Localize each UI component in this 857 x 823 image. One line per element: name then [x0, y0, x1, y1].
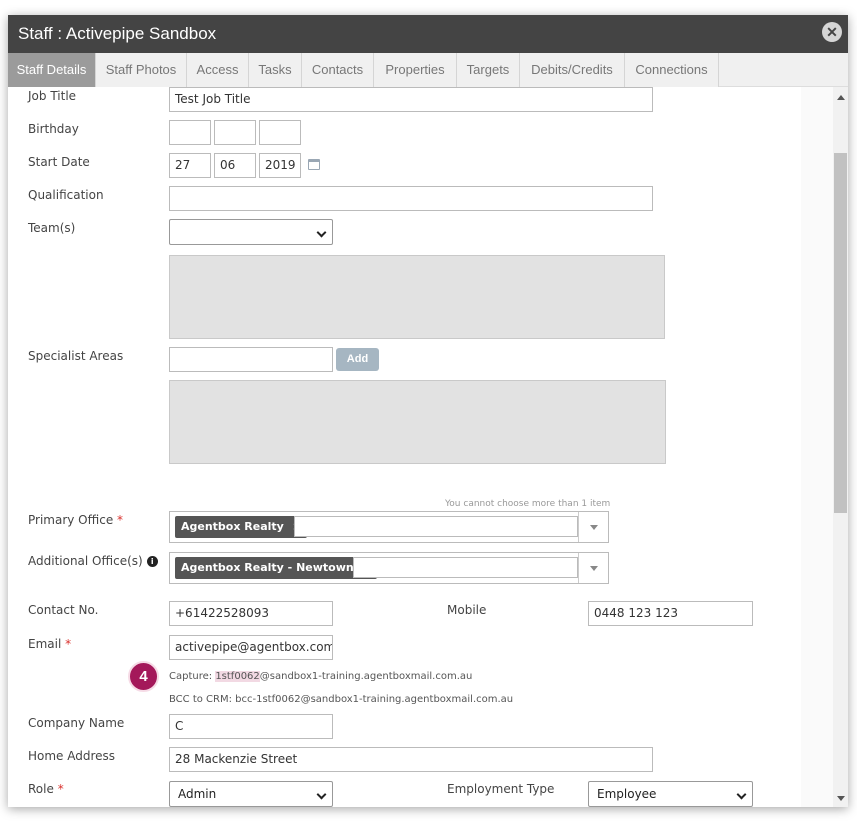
home-address-input[interactable]: 28 Mackenzie Street: [169, 747, 653, 772]
required-marker: *: [117, 513, 124, 527]
company-name-label: Company Name: [28, 716, 125, 730]
capture-address: Capture: 1stf0062@sandbox1-training.agen…: [169, 671, 472, 682]
info-icon[interactable]: i: [146, 556, 158, 567]
specialist-areas-list-box: [169, 380, 666, 464]
job-title-label: Job Title: [28, 89, 77, 103]
employment-type-label: Employment Type: [447, 782, 555, 796]
employment-type-select[interactable]: Employee: [588, 781, 753, 807]
chevron-down-icon: [316, 227, 327, 238]
title-bar: Staff : Activepipe Sandbox ✕: [8, 15, 848, 53]
teams-list-box: [169, 255, 665, 339]
primary-office-tag: Agentbox Realty×: [175, 516, 308, 538]
capture-suffix: @sandbox1-training.agentboxmail.com.au: [259, 671, 473, 682]
employment-type-select-value: Employee: [597, 787, 657, 801]
tab-debits-credits[interactable]: Debits/Credits: [520, 53, 625, 87]
caret-down-icon: [590, 566, 598, 571]
required-marker: *: [57, 782, 64, 796]
additional-offices-label-text: Additional Office(s): [28, 554, 143, 568]
step-badge: 4: [128, 661, 159, 692]
primary-office-label: Primary Office *: [28, 513, 123, 527]
chevron-down-icon: [316, 789, 327, 800]
calendar-icon[interactable]: [308, 159, 320, 170]
additional-offices-label: Additional Office(s) i: [28, 554, 158, 568]
specialist-areas-input[interactable]: [169, 347, 333, 372]
bcc-address: BCC to CRM: bcc-1stf0062@sandbox1-traini…: [169, 694, 514, 705]
role-select[interactable]: Admin: [169, 781, 333, 807]
job-title-input[interactable]: Test Job Title: [169, 87, 653, 112]
specialist-areas-label: Specialist Areas: [28, 349, 124, 363]
additional-office-tag: Agentbox Realty - Newtown×: [175, 557, 377, 579]
home-address-label: Home Address: [28, 749, 116, 763]
primary-office-search-input[interactable]: [294, 516, 578, 537]
caret-down-icon: [590, 525, 598, 530]
start-date-year-input[interactable]: 2019: [259, 153, 301, 178]
tab-contacts[interactable]: Contacts: [302, 53, 374, 87]
qualification-input[interactable]: [169, 186, 653, 211]
window-title: Staff : Activepipe Sandbox: [18, 24, 217, 43]
scroll-up-icon[interactable]: [837, 95, 845, 100]
scrollbar-thumb[interactable]: [834, 153, 847, 513]
company-name-input[interactable]: C: [169, 714, 333, 739]
email-label: Email *: [28, 637, 71, 651]
capture-prefix: Capture:: [169, 671, 216, 682]
contact-no-label: Contact No.: [28, 603, 99, 617]
primary-office-select[interactable]: Agentbox Realty×: [169, 511, 609, 543]
additional-offices-search-input[interactable]: [353, 557, 578, 578]
birthday-label: Birthday: [28, 122, 79, 136]
teams-select[interactable]: [169, 219, 333, 245]
add-specialist-area-button[interactable]: Add: [336, 348, 379, 371]
role-label-text: Role: [28, 782, 54, 796]
additional-offices-select[interactable]: Agentbox Realty - Newtown×: [169, 552, 609, 584]
capture-id: 1stf0062: [215, 671, 260, 682]
mobile-label: Mobile: [447, 603, 487, 617]
scrollbar[interactable]: [833, 87, 848, 807]
primary-office-tag-label: Agentbox Realty: [181, 520, 284, 533]
primary-office-hint: You cannot choose more than 1 item: [445, 499, 611, 509]
teams-label: Team(s): [28, 221, 76, 235]
email-input[interactable]: activepipe@agentbox.com: [169, 635, 333, 660]
tab-connections[interactable]: Connections: [625, 53, 719, 87]
tab-targets[interactable]: Targets: [457, 53, 520, 87]
email-label-text: Email: [28, 637, 62, 651]
staff-modal: Staff : Activepipe Sandbox ✕ Staff Detai…: [8, 15, 848, 807]
gutter: [801, 87, 833, 807]
additional-office-tag-label: Agentbox Realty - Newtown: [181, 561, 354, 574]
start-date-month-input[interactable]: 06: [214, 153, 256, 178]
start-date-label: Start Date: [28, 155, 90, 169]
tab-access[interactable]: Access: [187, 53, 249, 87]
additional-offices-dropdown-toggle[interactable]: [578, 553, 608, 583]
tab-staff-details[interactable]: Staff Details: [8, 53, 96, 87]
role-select-value: Admin: [178, 787, 217, 801]
primary-office-dropdown-toggle[interactable]: [578, 512, 608, 542]
required-marker: *: [65, 637, 72, 651]
scroll-down-icon[interactable]: [837, 796, 845, 801]
tab-properties[interactable]: Properties: [374, 53, 457, 87]
tab-bar: Staff Details Staff Photos Access Tasks …: [8, 53, 848, 87]
chevron-down-icon: [736, 789, 747, 800]
tab-tasks[interactable]: Tasks: [249, 53, 302, 87]
contact-no-input[interactable]: +61422528093: [169, 601, 333, 626]
form-content: Job Title Test Job Title Birthday Start …: [8, 87, 848, 807]
mobile-input[interactable]: 0448 123 123: [588, 601, 753, 626]
tab-staff-photos[interactable]: Staff Photos: [96, 53, 187, 87]
birthday-month-input[interactable]: [214, 120, 256, 145]
birthday-year-input[interactable]: [259, 120, 301, 145]
role-label: Role *: [28, 782, 64, 796]
birthday-day-input[interactable]: [169, 120, 211, 145]
close-icon[interactable]: ✕: [822, 22, 842, 42]
primary-office-label-text: Primary Office: [28, 513, 114, 527]
start-date-day-input[interactable]: 27: [169, 153, 211, 178]
qualification-label: Qualification: [28, 188, 104, 202]
